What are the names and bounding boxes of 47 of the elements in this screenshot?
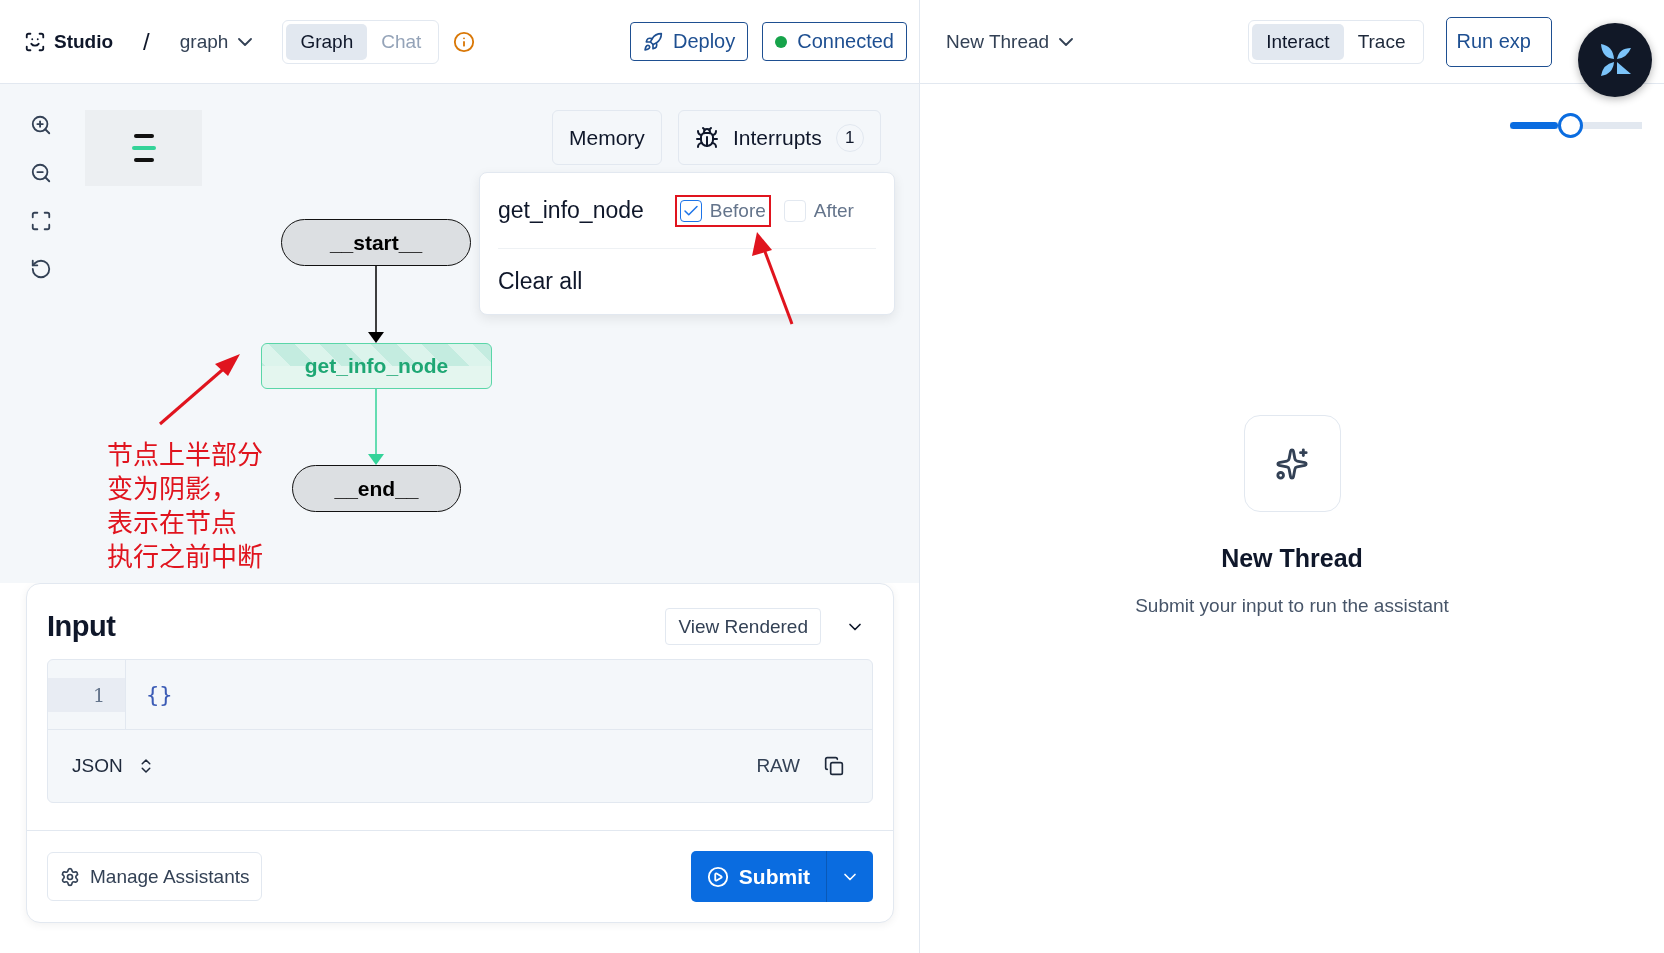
mode-tab[interactable]: Trace bbox=[1343, 23, 1420, 60]
settings-icon bbox=[60, 866, 80, 887]
connection-button[interactable]: Connected bbox=[762, 22, 907, 61]
zoom-out-icon[interactable] bbox=[30, 162, 52, 184]
line-number: 1 bbox=[48, 677, 125, 712]
deploy-button[interactable]: Deploy bbox=[630, 22, 749, 61]
run-experiment-button[interactable]: Run exp bbox=[1445, 16, 1552, 67]
studio-brand[interactable]: Studio bbox=[24, 30, 114, 53]
graph-node[interactable]: __end__ bbox=[292, 465, 461, 512]
annotation-text: 节点上半部分 bbox=[107, 436, 263, 470]
node-name: get_info_node bbox=[498, 197, 644, 224]
breadcrumb-separator: / bbox=[143, 27, 150, 56]
empty-title: New Thread bbox=[1221, 544, 1363, 573]
chevron-icon bbox=[238, 37, 253, 46]
thread-select[interactable]: New Thread bbox=[946, 30, 1074, 53]
chevron-icon bbox=[1059, 37, 1074, 46]
studio-icon bbox=[24, 30, 46, 53]
fit-view-icon[interactable] bbox=[30, 210, 52, 232]
info-icon[interactable] bbox=[453, 30, 476, 53]
annotation-text: 表示在节点 bbox=[107, 504, 237, 538]
view-tab[interactable]: Graph bbox=[286, 23, 368, 60]
slider-thumb[interactable] bbox=[1557, 113, 1583, 138]
raw-label: RAW bbox=[756, 755, 800, 777]
code-text: {} bbox=[145, 682, 174, 707]
graph-select[interactable]: graph bbox=[179, 30, 253, 53]
rocket-icon bbox=[643, 31, 663, 52]
interrupt-option[interactable]: Before bbox=[675, 195, 770, 226]
annotation-text: 执行之前中断 bbox=[107, 538, 263, 572]
code-editor[interactable]: 1 {} JSON RAW bbox=[47, 659, 873, 803]
interrupt-option[interactable]: After bbox=[779, 195, 858, 226]
view-rendered-button[interactable]: View Rendered bbox=[665, 608, 821, 645]
empty-subtitle: Submit your input to run the assistant bbox=[1135, 595, 1449, 617]
bug-icon bbox=[695, 125, 719, 150]
reset-icon[interactable] bbox=[30, 258, 52, 280]
manage-assistants-button[interactable]: Manage Assistants bbox=[47, 852, 263, 901]
copy-icon[interactable] bbox=[824, 756, 844, 776]
memory-button[interactable]: Memory bbox=[552, 110, 662, 165]
clear-all-button[interactable]: Clear all bbox=[498, 249, 876, 313]
annotation-text: 变为阴影， bbox=[107, 470, 237, 504]
graph-node[interactable]: __start__ bbox=[281, 219, 471, 266]
sparkle-icon bbox=[1243, 415, 1341, 512]
input-title: Input bbox=[47, 610, 117, 643]
mode-tab[interactable]: Interact bbox=[1252, 23, 1344, 60]
format-select[interactable]: JSON bbox=[72, 755, 155, 777]
play-icon bbox=[706, 865, 729, 888]
interrupts-button[interactable]: Interrupts 1 bbox=[678, 110, 881, 165]
zoom-in-icon[interactable] bbox=[30, 114, 52, 136]
